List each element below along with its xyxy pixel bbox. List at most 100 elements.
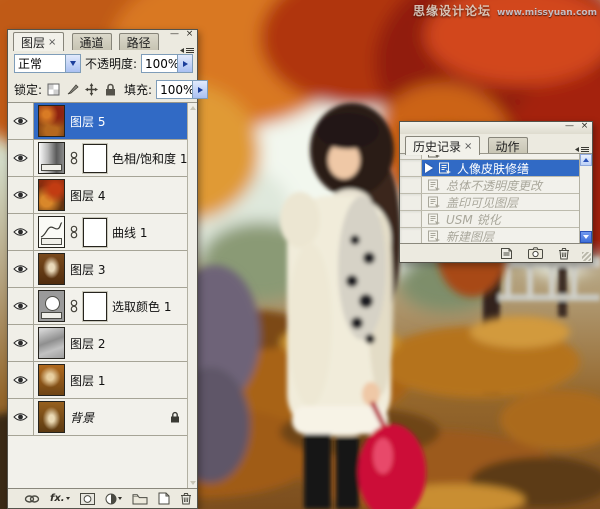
tab-paths[interactable]: 路径 <box>118 33 159 50</box>
layer-mask-thumbnail[interactable] <box>83 143 107 173</box>
scroll-up-icon <box>190 106 196 110</box>
delete-layer-button[interactable] <box>180 492 192 505</box>
palette-menu-icon[interactable] <box>179 40 195 59</box>
layer-thumbnail[interactable] <box>38 401 65 433</box>
history-list: 人像皮肤修缮 总体不透明度更改 盖印可见图层 USM 锐化 新建图层 <box>400 153 592 243</box>
history-tabstrip: 历史记录 × 动作 <box>400 134 592 155</box>
history-scrollbar[interactable] <box>579 154 592 243</box>
mask-link-icon[interactable] <box>70 299 78 313</box>
minimize-button[interactable]: — <box>564 122 575 132</box>
link-layers-button[interactable] <box>24 494 40 504</box>
history-state-icon <box>427 213 441 225</box>
layer-name: 色相/饱和度 1 <box>112 151 187 166</box>
lock-all-icon[interactable] <box>103 82 118 97</box>
lock-pixels-icon[interactable] <box>65 82 80 97</box>
history-source-well[interactable] <box>400 194 422 210</box>
visibility-toggle[interactable] <box>8 251 34 287</box>
fill-value: 100% <box>160 82 193 97</box>
history-source-well[interactable] <box>400 211 422 227</box>
history-state-icon <box>438 162 452 174</box>
layer-locked-icon <box>170 411 180 423</box>
layer-row-background[interactable]: 背景 <box>8 399 187 436</box>
layer-row-curves[interactable]: 曲线 1 <box>8 214 187 251</box>
history-item-label: 总体不透明度更改 <box>446 178 543 193</box>
visibility-toggle[interactable] <box>8 214 34 250</box>
blend-mode-select[interactable]: 正常 <box>14 54 81 73</box>
chevron-right-icon[interactable] <box>192 81 208 98</box>
layer-name: 图层 2 <box>70 336 106 351</box>
layers-scrollbar[interactable] <box>187 103 197 488</box>
history-item-current[interactable]: 人像皮肤修缮 <box>400 160 579 177</box>
layer-thumbnail[interactable] <box>38 179 65 211</box>
eye-icon <box>13 265 28 273</box>
tab-layers[interactable]: 图层 × <box>13 32 65 51</box>
history-item-undone[interactable]: 盖印可见图层 <box>400 194 579 211</box>
mask-link-icon[interactable] <box>70 225 78 239</box>
history-titlebar[interactable]: — × <box>400 122 592 134</box>
tab-close-icon[interactable]: × <box>48 37 56 48</box>
close-button[interactable]: × <box>579 122 590 132</box>
layer-thumbnail[interactable] <box>38 105 65 137</box>
layer-thumbnail[interactable] <box>38 364 65 396</box>
add-layer-mask-button[interactable] <box>79 492 95 505</box>
delete-state-button[interactable] <box>558 247 570 260</box>
history-item-label: 新建图层 <box>446 229 495 244</box>
tab-channels[interactable]: 通道 <box>71 33 112 50</box>
visibility-toggle[interactable] <box>8 288 34 324</box>
visibility-toggle[interactable] <box>8 362 34 398</box>
visibility-toggle[interactable] <box>8 325 34 361</box>
scroll-down-button[interactable] <box>580 231 592 243</box>
current-state-marker-icon[interactable] <box>425 163 433 173</box>
layer-row-layer2[interactable]: 图层 2 <box>8 325 187 362</box>
history-item-undone[interactable]: 总体不透明度更改 <box>400 177 579 194</box>
minimize-button[interactable]: — <box>169 30 180 40</box>
close-button[interactable]: × <box>184 30 195 40</box>
visibility-toggle[interactable] <box>8 399 34 435</box>
visibility-toggle[interactable] <box>8 140 34 176</box>
adjustment-thumbnail[interactable] <box>38 142 65 174</box>
layer-row-hue-saturation[interactable]: 色相/饱和度 1 <box>8 140 187 177</box>
history-item-undone[interactable]: USM 锐化 <box>400 211 579 228</box>
layer-row-layer1[interactable]: 图层 1 <box>8 362 187 399</box>
new-adjustment-layer-button[interactable] <box>105 493 122 505</box>
resize-grip[interactable] <box>582 252 591 261</box>
tab-history[interactable]: 历史记录 × <box>405 136 481 155</box>
layers-palette: 图层 × 通道 路径 — × 正常 不透明度: 100% 锁定: 填充: 100… <box>7 29 209 509</box>
eye-icon <box>13 302 28 310</box>
lock-transparency-icon[interactable] <box>46 82 61 97</box>
new-group-button[interactable] <box>132 493 148 505</box>
history-source-well[interactable] <box>400 177 422 193</box>
layer-mask-thumbnail[interactable] <box>83 291 107 321</box>
layer-thumbnail[interactable] <box>38 253 65 285</box>
new-layer-button[interactable] <box>158 492 170 505</box>
new-snapshot-button[interactable] <box>528 247 543 259</box>
fill-input[interactable]: 100% <box>156 80 209 99</box>
layer-row-layer5[interactable]: 图层 5 <box>8 103 187 140</box>
new-document-from-state-button[interactable] <box>500 247 513 260</box>
layer-row-layer3[interactable]: 图层 3 <box>8 251 187 288</box>
layer-mask-thumbnail[interactable] <box>83 217 107 247</box>
scroll-down-icon <box>190 481 196 485</box>
visibility-toggle[interactable] <box>8 177 34 213</box>
layer-row-selective-color[interactable]: 选取颜色 1 <box>8 288 187 325</box>
history-item-label: 盖印可见图层 <box>446 195 519 210</box>
adjustment-thumbnail[interactable] <box>38 290 65 322</box>
layer-thumbnail[interactable] <box>38 327 65 359</box>
lock-label: 锁定: <box>14 83 43 97</box>
layer-row-layer4[interactable]: 图层 4 <box>8 177 187 214</box>
history-source-well[interactable] <box>400 160 422 176</box>
history-source-well[interactable] <box>400 228 422 243</box>
eye-icon <box>13 191 28 199</box>
mask-link-icon[interactable] <box>70 151 78 165</box>
tab-layers-label: 图层 <box>21 35 46 50</box>
lock-position-icon[interactable] <box>84 82 99 97</box>
watermark-url: www.missyuan.com <box>496 8 597 18</box>
tab-close-icon[interactable]: × <box>464 141 472 152</box>
history-item-undone[interactable]: 新建图层 <box>400 228 579 243</box>
layer-style-button[interactable]: fx. <box>50 493 70 504</box>
palette-menu-icon[interactable] <box>574 139 590 158</box>
adjustment-thumbnail[interactable] <box>38 216 65 248</box>
chevron-down-icon[interactable] <box>64 55 80 72</box>
visibility-toggle[interactable] <box>8 103 34 139</box>
tab-actions[interactable]: 动作 <box>487 137 528 154</box>
